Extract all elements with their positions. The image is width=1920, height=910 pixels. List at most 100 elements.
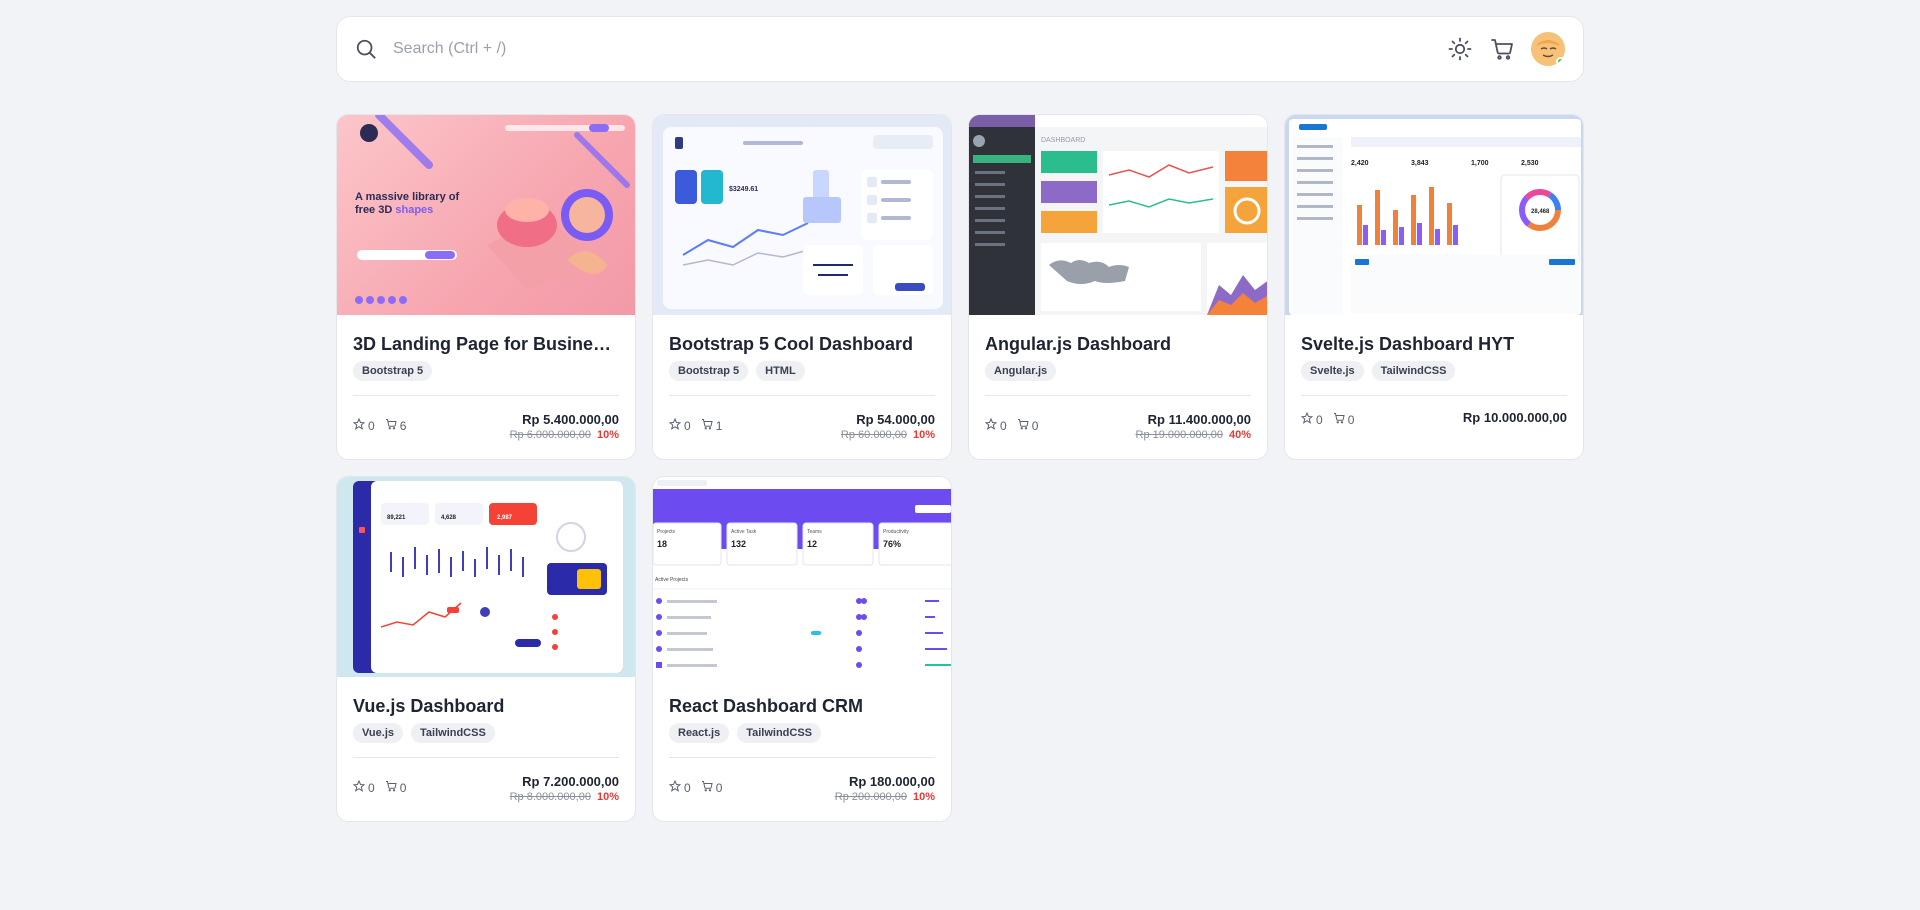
star-icon xyxy=(1300,411,1314,427)
discount-badge: 10% xyxy=(912,429,935,441)
product-price: Rp 7.200.000,00 xyxy=(522,774,619,789)
cart-icon xyxy=(1017,418,1029,433)
product-title[interactable]: Angular.js Dashboard xyxy=(985,333,1251,355)
cart-icon xyxy=(701,418,713,433)
search-input[interactable] xyxy=(393,40,1447,58)
thumbnail-kpi: 2,420 xyxy=(1351,160,1369,167)
product-title[interactable]: Vue.js Dashboard xyxy=(353,695,619,717)
header-actions xyxy=(1447,32,1565,66)
product-thumbnail: DASHBOARD xyxy=(969,115,1267,315)
tag-list: Bootstrap 5 xyxy=(353,361,619,381)
tag-chip[interactable]: TailwindCSS xyxy=(737,723,822,743)
product-title[interactable]: 3D Landing Page for Busine… xyxy=(353,333,619,355)
product-thumbnail: A massive library of free 3D shapes xyxy=(337,115,635,315)
product-card[interactable]: A massive library of free 3D shapes 3D L… xyxy=(336,114,636,460)
tag-chip[interactable]: Bootstrap 5 xyxy=(353,361,433,381)
star-icon xyxy=(984,417,998,433)
discount-badge: 40% xyxy=(1228,429,1251,441)
thumbnail-kpi-value: 18 xyxy=(657,539,667,549)
thumbnail-section: Active Projects xyxy=(655,577,689,583)
thumbnail-kpi: 28,468 xyxy=(1531,209,1550,215)
star-count: 0 xyxy=(368,780,375,795)
tag-list: Svelte.js TailwindCSS xyxy=(1301,361,1567,381)
product-price: Rp 180.000,00 xyxy=(848,774,935,789)
discount-badge: 10% xyxy=(596,429,619,441)
product-grid: A massive library of free 3D shapes 3D L… xyxy=(336,114,1584,822)
tag-chip[interactable]: React.js xyxy=(669,723,730,743)
divider xyxy=(669,757,935,758)
product-thumbnail: 2,420 3,843 1,700 2,530 28,468 xyxy=(1285,115,1583,315)
thumbnail-kpi-label: Projects xyxy=(657,529,676,535)
tag-list: Bootstrap 5 HTML xyxy=(669,361,935,381)
thumbnail-kpi: 2,987 xyxy=(497,515,513,521)
product-old-price: Rp 6.000.000,00 xyxy=(509,429,591,441)
tag-chip[interactable]: HTML xyxy=(756,361,805,381)
product-price: Rp 54.000,00 xyxy=(856,412,935,427)
thumbnail-kpi-label: Productivity xyxy=(883,529,909,535)
product-title[interactable]: Bootstrap 5 Cool Dashboard xyxy=(669,333,935,355)
sales-count: 0 xyxy=(1031,418,1039,433)
product-card[interactable]: 2,420 3,843 1,700 2,530 28,468 Svelte.js… xyxy=(1284,114,1584,460)
thumbnail-kpi: 4,628 xyxy=(441,515,457,521)
tag-list: Angular.js xyxy=(985,361,1251,381)
star-icon xyxy=(668,779,682,795)
star-count: 0 xyxy=(684,418,691,433)
tag-chip[interactable]: Svelte.js xyxy=(1301,361,1364,381)
thumbnail-kpi: 89,221 xyxy=(387,515,406,521)
discount-badge: 10% xyxy=(596,791,619,803)
product-price: Rp 11.400.000,00 xyxy=(1147,412,1251,427)
product-price: Rp 10.000.000,00 xyxy=(1462,410,1567,425)
cart-icon xyxy=(385,780,397,795)
star-icon xyxy=(352,779,366,795)
divider xyxy=(1301,395,1567,396)
product-thumbnail: 89,221 4,628 2,987 xyxy=(337,477,635,677)
star-count: 0 xyxy=(1316,412,1323,427)
product-old-price: Rp 60.000,00 xyxy=(840,429,907,441)
tag-chip[interactable]: TailwindCSS xyxy=(1371,361,1456,381)
thumbnail-heading: DASHBOARD xyxy=(1041,137,1085,144)
divider xyxy=(353,757,619,758)
star-icon xyxy=(352,417,366,433)
product-price: Rp 5.400.000,00 xyxy=(522,412,619,427)
tag-chip[interactable]: Vue.js xyxy=(353,723,403,743)
search-icon[interactable] xyxy=(353,36,379,62)
product-title[interactable]: React Dashboard CRM xyxy=(669,695,935,717)
product-card[interactable]: $3249.61 Bootstrap 5 Cool Dashboard Boot… xyxy=(652,114,952,460)
sales-count: 0 xyxy=(1347,412,1355,427)
cart-icon xyxy=(701,780,713,795)
sales-count: 0 xyxy=(715,780,723,795)
avatar[interactable] xyxy=(1531,32,1565,66)
thumbnail-kpi: 3,843 xyxy=(1411,160,1429,167)
thumbnail-kpi-value: 76% xyxy=(883,539,901,549)
sun-icon[interactable] xyxy=(1447,36,1473,62)
product-card[interactable]: Projects 18 Active Task 132 Teams 12 Pro… xyxy=(652,476,952,822)
thumbnail-kpi: 2,530 xyxy=(1521,160,1539,167)
tag-list: Vue.js TailwindCSS xyxy=(353,723,619,743)
product-thumbnail: $3249.61 xyxy=(653,115,951,315)
divider xyxy=(985,395,1251,396)
thumbnail-kpi-value: 132 xyxy=(731,539,746,549)
sales-count: 0 xyxy=(399,780,407,795)
thumbnail-kpi-value: 12 xyxy=(807,539,817,549)
search-bar xyxy=(336,16,1584,82)
product-old-price: Rp 19.000.000,00 xyxy=(1135,429,1223,441)
product-thumbnail: Projects 18 Active Task 132 Teams 12 Pro… xyxy=(653,477,951,677)
tag-chip[interactable]: TailwindCSS xyxy=(411,723,495,743)
product-card[interactable]: DASHBOARD Angular.js Dashboard Angular.j… xyxy=(968,114,1268,460)
divider xyxy=(353,395,619,396)
online-status-dot xyxy=(1556,57,1565,66)
sales-count: 1 xyxy=(715,418,723,433)
product-old-price: Rp 200.000,00 xyxy=(834,791,907,803)
thumbnail-kpi: $3249.61 xyxy=(729,186,758,193)
tag-chip[interactable]: Bootstrap 5 xyxy=(669,361,749,381)
tag-chip[interactable]: Angular.js xyxy=(985,361,1057,381)
star-count: 0 xyxy=(1000,418,1007,433)
thumbnail-headline: A massive library of free 3D shapes xyxy=(355,191,460,216)
product-card[interactable]: 89,221 4,628 2,987 Vue.js Dashboard Vue.… xyxy=(336,476,636,822)
sales-count: 6 xyxy=(399,418,407,433)
cart-icon xyxy=(1333,412,1345,427)
thumbnail-kpi-label: Active Task xyxy=(731,529,757,535)
star-count: 0 xyxy=(684,780,691,795)
cart-icon[interactable] xyxy=(1489,36,1515,62)
product-title[interactable]: Svelte.js Dashboard HYT xyxy=(1301,333,1567,355)
